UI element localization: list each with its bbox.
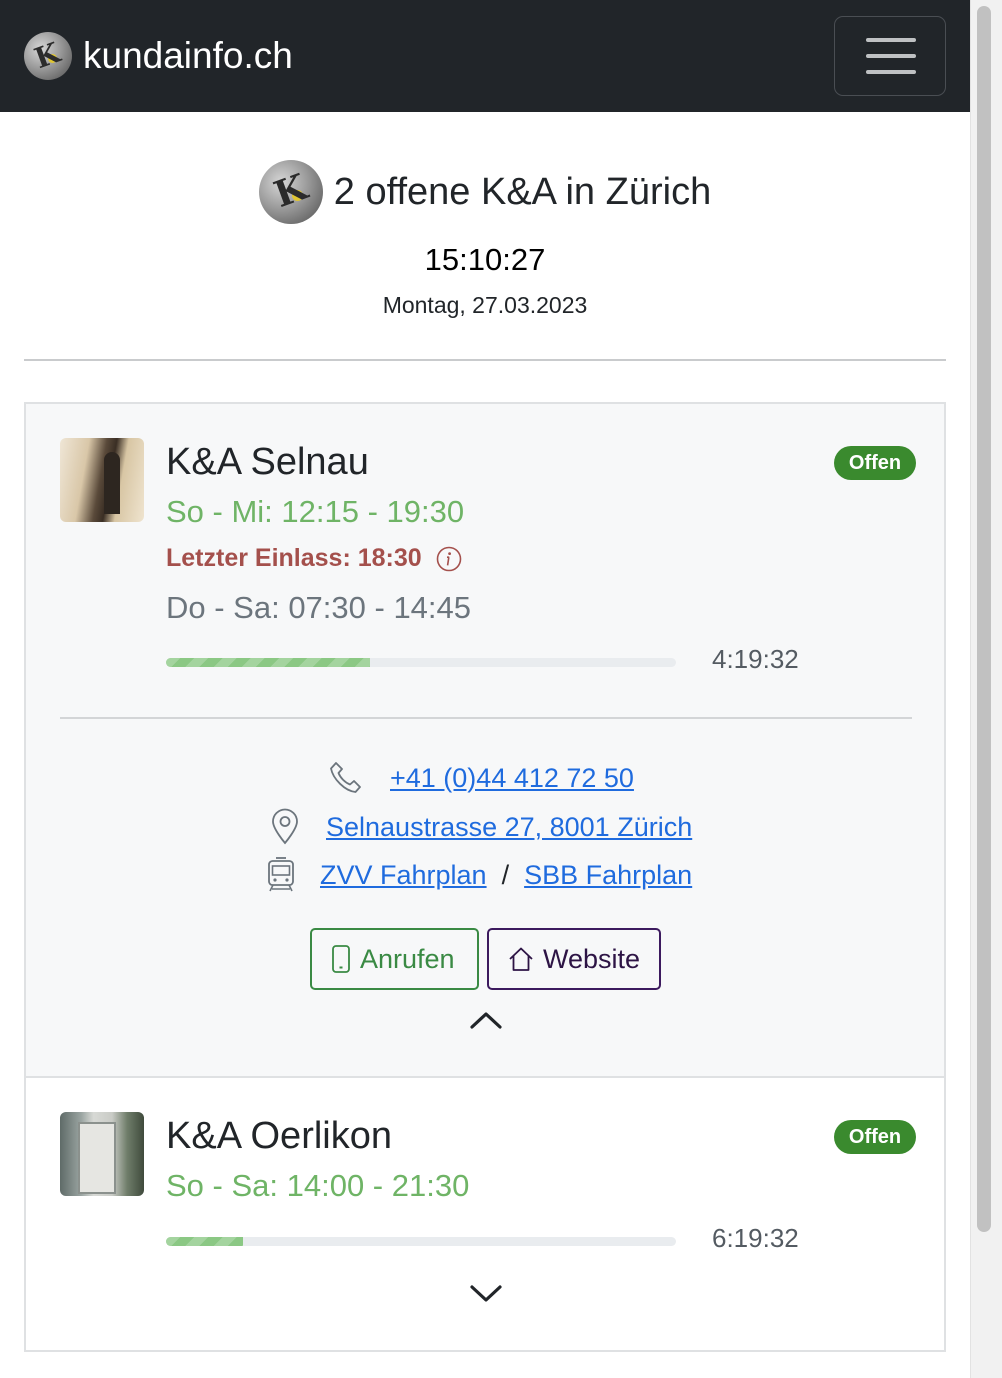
time-remaining: 4:19:32 xyxy=(712,644,799,674)
location-name: K&A Selnau xyxy=(166,441,369,483)
divider xyxy=(24,359,946,361)
brand-logo xyxy=(24,32,72,80)
transit-row: ZVV Fahrplan / SBB Fahrplan xyxy=(264,856,692,894)
mobile-phone-icon xyxy=(332,945,350,973)
address-link[interactable]: Selnaustrasse 27, 8001 Zürich xyxy=(326,812,692,843)
page-header: 2 offene K&A in Zürich xyxy=(0,160,970,224)
navbar: kundainfo.ch xyxy=(0,0,970,112)
phone-link[interactable]: +41 (0)44 412 72 50 xyxy=(390,763,634,794)
brand-link[interactable]: kundainfo.ch xyxy=(24,32,293,80)
page-title: 2 offene K&A in Zürich xyxy=(333,170,712,213)
card-divider xyxy=(60,717,912,719)
last-entry-label: Letzter Einlass: 18:30 xyxy=(166,544,422,572)
current-date: Montag, 27.03.2023 xyxy=(382,292,588,318)
page-viewport: kundainfo.ch 2 offene K&A in Zürich 15:1… xyxy=(0,0,970,1378)
sbb-timetable-link[interactable]: SBB Fahrplan xyxy=(524,860,692,891)
progress-bar-fill xyxy=(166,658,370,667)
call-button-label: Anrufen xyxy=(360,943,455,974)
progress-bar-fill xyxy=(166,1237,243,1246)
location-photo xyxy=(60,1112,144,1196)
location-card-oerlikon: K&A Oerlikon Offen So - Sa: 14:00 - 21:3… xyxy=(24,1076,946,1352)
last-entry-notice: Letzter Einlass: 18:30 xyxy=(166,544,462,573)
time-remaining: 6:19:32 xyxy=(712,1223,799,1253)
time-remaining-progress xyxy=(166,1237,676,1246)
current-time: 15:10:27 xyxy=(424,242,546,277)
house-icon xyxy=(509,947,533,971)
scrollbar-thumb[interactable] xyxy=(977,6,991,1232)
title-logo xyxy=(258,160,323,224)
address-row: Selnaustrasse 27, 8001 Zürich xyxy=(268,808,692,846)
status-badge: Offen xyxy=(834,446,916,480)
time-remaining-progress xyxy=(166,658,676,667)
website-button-label: Website xyxy=(543,943,641,974)
location-photo xyxy=(60,438,144,522)
opening-hours-current: So - Sa: 14:00 - 21:30 xyxy=(166,1168,470,1203)
phone-icon xyxy=(330,762,361,793)
chevron-up-icon[interactable] xyxy=(467,1009,505,1031)
location-name: K&A Oerlikon xyxy=(166,1115,392,1157)
status-badge: Offen xyxy=(834,1120,916,1154)
zvv-timetable-link[interactable]: ZVV Fahrplan xyxy=(320,860,487,891)
opening-hours-current: So - Mi: 12:15 - 19:30 xyxy=(166,494,465,529)
phone-row: +41 (0)44 412 72 50 xyxy=(328,760,634,796)
website-button[interactable]: Website xyxy=(487,928,661,990)
opening-hours-other: Do - Sa: 07:30 - 14:45 xyxy=(166,590,472,625)
map-pin-icon xyxy=(272,808,298,845)
link-separator: / xyxy=(501,859,510,890)
chevron-down-icon[interactable] xyxy=(467,1283,505,1305)
info-icon[interactable] xyxy=(436,546,462,572)
train-icon xyxy=(268,857,294,892)
call-button[interactable]: Anrufen xyxy=(310,928,479,990)
hamburger-menu-icon[interactable] xyxy=(834,16,946,96)
location-card-selnau: K&A Selnau Offen So - Mi: 12:15 - 19:30 … xyxy=(24,402,946,1078)
brand-name: kundainfo.ch xyxy=(83,35,293,76)
